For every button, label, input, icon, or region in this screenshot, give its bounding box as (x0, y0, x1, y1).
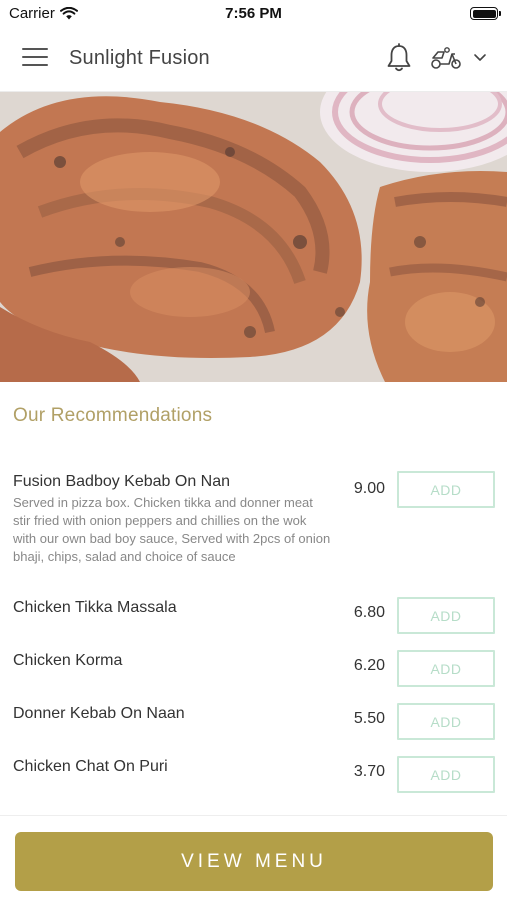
battery-icon (470, 7, 501, 20)
add-button[interactable]: ADD (397, 650, 495, 687)
hero-food-image (0, 92, 507, 382)
item-description: Served in pizza box. Chicken tikka and d… (13, 495, 331, 564)
add-button[interactable]: ADD (397, 597, 495, 634)
section-title-recommendations: Our Recommendations (13, 405, 213, 426)
item-price: 9.00 (353, 480, 385, 497)
bell-icon[interactable] (385, 43, 413, 73)
menu-item: Donner Kebab On Naan 5.50 ADD (13, 703, 495, 740)
menu-item: Chicken Chat On Puri 3.70 ADD (13, 756, 495, 793)
menu-item: Chicken Korma 6.20 ADD (13, 650, 495, 687)
menu-item: Fusion Badboy Kebab On Nan Served in piz… (13, 471, 495, 566)
add-button[interactable]: ADD (397, 756, 495, 793)
app-header: Sunlight Fusion (0, 26, 507, 92)
item-price: 6.20 (353, 657, 385, 674)
add-button[interactable]: ADD (397, 703, 495, 740)
bottom-bar: VIEW MENU (0, 815, 507, 900)
item-price: 5.50 (353, 710, 385, 727)
restaurant-title: Sunlight Fusion (69, 47, 210, 69)
menu-item: Chicken Tikka Massala 6.80 ADD (13, 597, 495, 634)
hamburger-menu-icon[interactable] (22, 48, 48, 68)
status-bar: Carrier 7:56 PM (0, 0, 507, 26)
view-menu-button[interactable]: VIEW MENU (15, 832, 493, 891)
chevron-down-icon[interactable] (472, 52, 488, 64)
scooter-icon[interactable] (430, 46, 462, 70)
item-price: 3.70 (353, 763, 385, 780)
item-price: 6.80 (353, 604, 385, 621)
status-time: 7:56 PM (225, 5, 282, 22)
add-button[interactable]: ADD (397, 471, 495, 508)
